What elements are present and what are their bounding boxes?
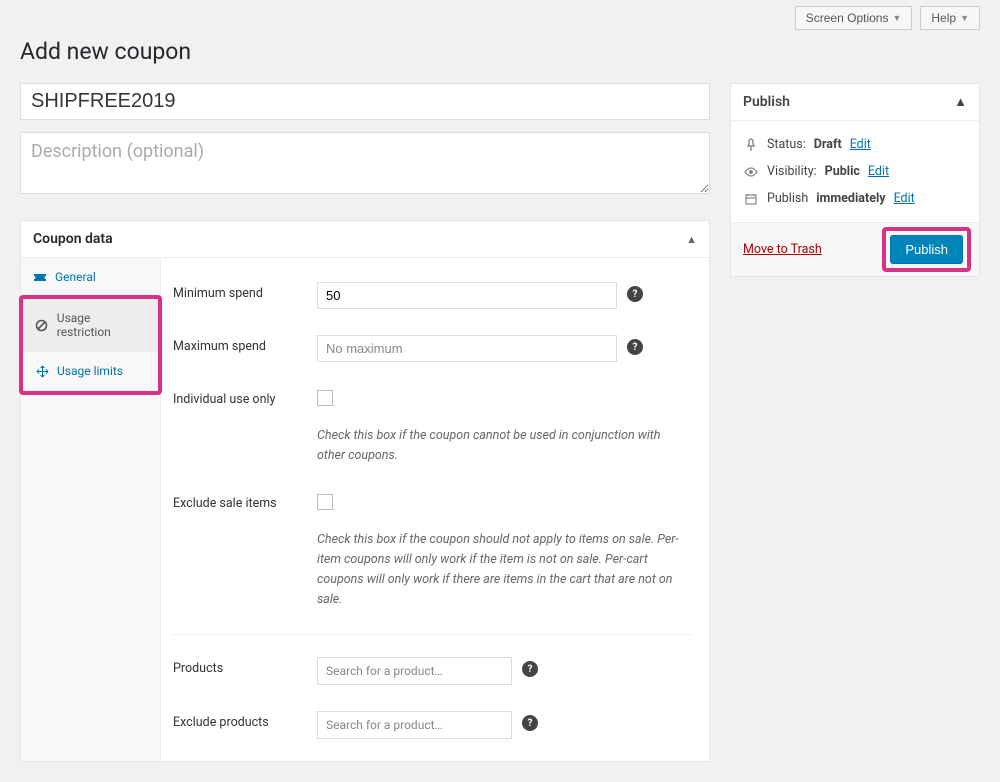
help-icon[interactable]: ? [627, 286, 643, 302]
help-button[interactable]: Help ▼ [920, 6, 980, 30]
help-label: Help [931, 11, 956, 25]
individual-use-label: Individual use only [173, 388, 303, 407]
min-spend-input[interactable] [317, 282, 617, 309]
exclude-sale-label: Exclude sale items [173, 492, 303, 511]
pin-icon [743, 138, 759, 152]
individual-use-desc: Check this box if the coupon cannot be u… [317, 426, 687, 466]
exclude-sale-desc: Check this box if the coupon should not … [317, 530, 687, 610]
move-to-trash-link[interactable]: Move to Trash [743, 242, 822, 257]
move-icon [35, 365, 49, 378]
edit-visibility-link[interactable]: Edit [868, 164, 889, 179]
publish-when-label: Publish [767, 191, 808, 206]
publish-when-value: immediately [816, 191, 885, 206]
products-select[interactable]: Search for a product… [317, 657, 512, 685]
exclude-products-label: Exclude products [173, 711, 303, 730]
products-label: Products [173, 657, 303, 676]
panel-toggle[interactable]: ▲ [954, 94, 967, 110]
panel-toggle[interactable]: ▲ [686, 233, 697, 246]
individual-use-checkbox[interactable] [317, 390, 333, 406]
chevron-down-icon: ▼ [892, 13, 901, 23]
coupon-data-panel: Coupon data ▲ General [20, 220, 710, 762]
tab-usage-limits-label: Usage limits [57, 364, 123, 378]
chevron-down-icon: ▼ [960, 13, 969, 23]
help-icon[interactable]: ? [522, 715, 538, 731]
publish-box: Publish ▲ Status: Draft Edit [730, 83, 980, 277]
status-value: Draft [814, 137, 842, 152]
help-icon[interactable]: ? [522, 661, 538, 677]
max-spend-input[interactable] [317, 335, 617, 362]
edit-date-link[interactable]: Edit [894, 191, 915, 206]
tab-usage-restriction[interactable]: Usage restriction [23, 299, 158, 352]
tab-usage-limits[interactable]: Usage limits [23, 352, 158, 391]
min-spend-label: Minimum spend [173, 282, 303, 301]
edit-status-link[interactable]: Edit [850, 137, 871, 152]
ban-icon [35, 319, 49, 332]
coupon-code-input[interactable] [20, 83, 710, 120]
visibility-value: Public [825, 164, 860, 179]
screen-options-button[interactable]: Screen Options ▼ [795, 6, 913, 30]
publish-title: Publish [743, 94, 790, 110]
coupon-tabs: General Usage restriction [21, 258, 161, 761]
publish-button[interactable]: Publish [890, 235, 963, 264]
exclude-products-select[interactable]: Search for a product… [317, 711, 512, 739]
exclude-sale-checkbox[interactable] [317, 494, 333, 510]
coupon-description-input[interactable] [20, 132, 710, 194]
coupon-data-title: Coupon data [33, 231, 113, 247]
tab-general-label: General [55, 270, 96, 284]
page-title: Add new coupon [20, 38, 980, 65]
ticket-icon [33, 271, 47, 283]
tab-general[interactable]: General [21, 258, 160, 297]
tab-usage-restriction-label: Usage restriction [57, 311, 146, 339]
screen-options-label: Screen Options [806, 11, 889, 25]
calendar-icon [743, 193, 759, 205]
status-label: Status: [767, 137, 806, 152]
help-icon[interactable]: ? [627, 339, 643, 355]
eye-icon [743, 167, 759, 177]
max-spend-label: Maximum spend [173, 335, 303, 354]
visibility-label: Visibility: [767, 164, 817, 179]
